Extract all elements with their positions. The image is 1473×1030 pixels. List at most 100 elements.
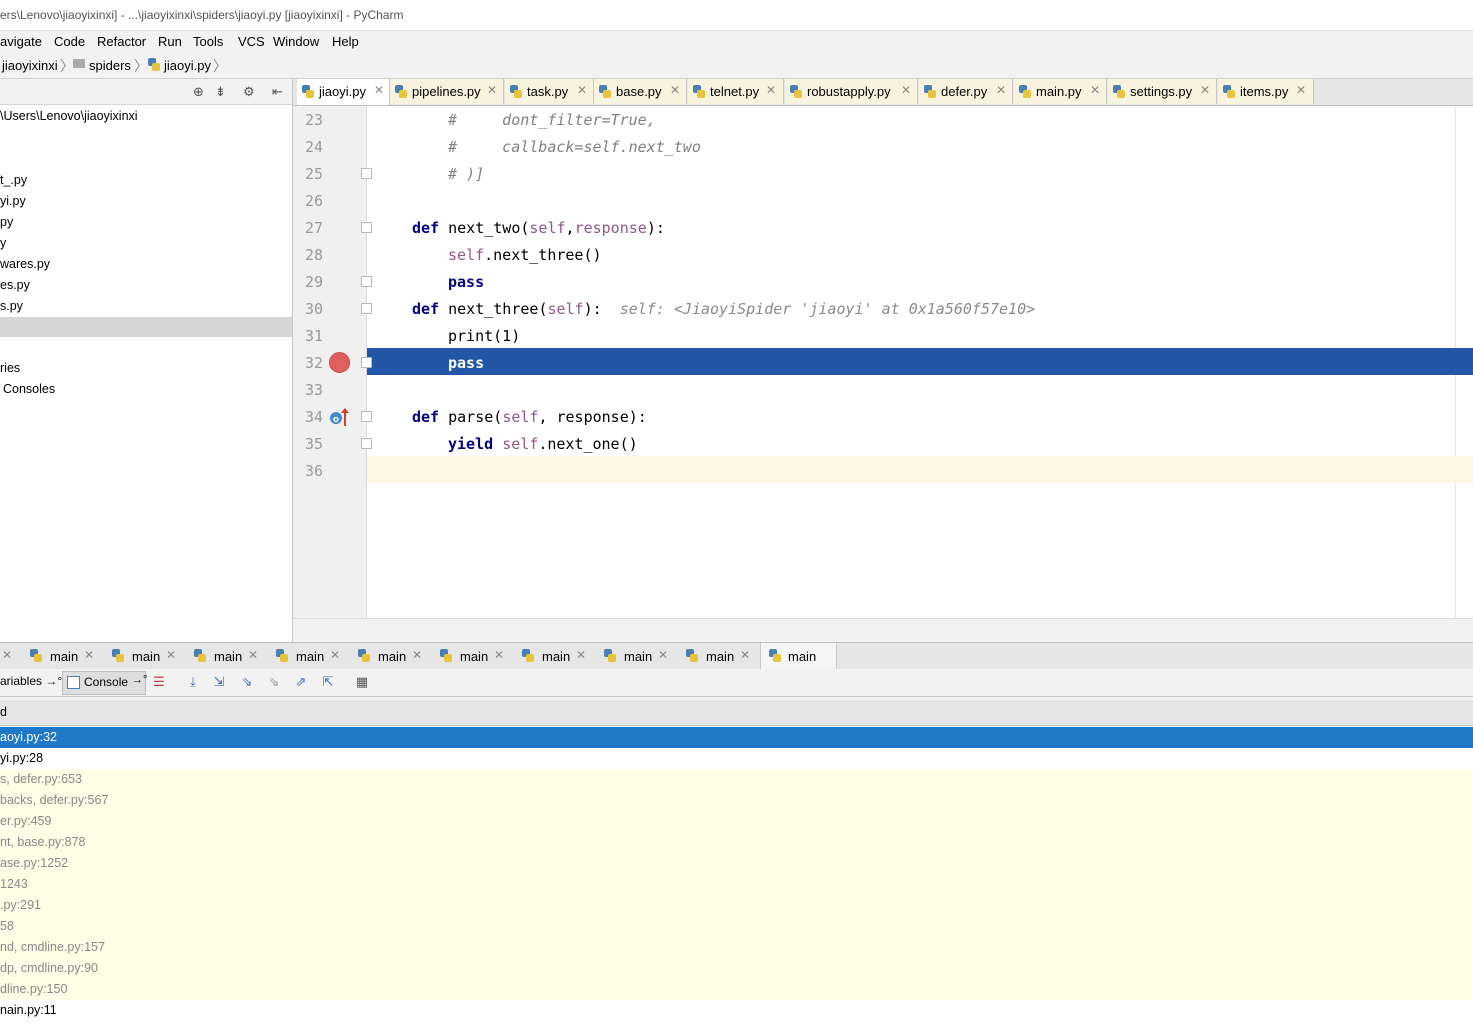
project-root[interactable]: \Users\Lenovo\jiaoyixinxi: [0, 109, 138, 123]
close-icon[interactable]: ✕: [1296, 83, 1306, 97]
tab-jiaoyi[interactable]: jiaoyi.py ✕: [297, 79, 390, 105]
tab-main[interactable]: main ✕: [604, 643, 670, 669]
breakpoint-icon[interactable]: [329, 352, 350, 373]
code-line-31: print(1): [448, 327, 521, 345]
override-method-icon[interactable]: o: [329, 407, 351, 427]
tab-main[interactable]: main ✕: [276, 643, 342, 669]
menu-code[interactable]: Code: [54, 34, 85, 49]
python-file-icon: [522, 649, 534, 662]
frame-row[interactable]: nt, base.py:878: [0, 832, 1473, 853]
frame-row[interactable]: 58: [0, 916, 1473, 937]
tab-main[interactable]: main ✕: [30, 643, 96, 669]
close-icon[interactable]: ✕: [901, 83, 911, 97]
tab-main[interactable]: main ✕: [522, 643, 588, 669]
menu-help[interactable]: Help: [332, 34, 359, 49]
fold-icon[interactable]: [361, 411, 372, 422]
tree-item-selected[interactable]: [0, 317, 292, 337]
tab-defer[interactable]: defer.py ✕: [919, 79, 1013, 104]
frame-row[interactable]: ase.py:1252: [0, 853, 1473, 874]
python-file-icon: [1019, 85, 1031, 98]
frame-row[interactable]: aoyi.py:32: [0, 727, 1473, 748]
close-icon[interactable]: ✕: [670, 83, 680, 97]
frame-row[interactable]: 1243: [0, 874, 1473, 895]
fold-icon[interactable]: [361, 357, 372, 368]
close-icon[interactable]: ✕: [487, 83, 497, 97]
tree-item[interactable]: y: [0, 236, 6, 250]
show-execution-point-icon[interactable]: ☰: [151, 674, 167, 690]
tab-main[interactable]: main ✕: [358, 643, 424, 669]
tab-task[interactable]: task.py ✕: [505, 79, 594, 104]
frame-row[interactable]: nd, cmdline.py:157: [0, 937, 1473, 958]
tab-settings[interactable]: settings.py ✕: [1108, 79, 1217, 104]
run-to-cursor-icon[interactable]: ⇱: [320, 674, 336, 690]
variables-tab[interactable]: ariables →°: [0, 674, 62, 688]
close-icon[interactable]: ✕: [1200, 83, 1210, 97]
menu-vcs[interactable]: VCS: [238, 34, 265, 49]
step-into-icon[interactable]: ⇲: [211, 674, 227, 690]
editor-horizontal-scroll[interactable]: [293, 618, 1473, 643]
hide-panel-icon[interactable]: ⇤: [272, 84, 283, 100]
tab-main[interactable]: main.py ✕: [1014, 79, 1107, 104]
line-number: 31: [304, 327, 323, 345]
python-file-icon: [1223, 85, 1235, 98]
tab-main[interactable]: main ✕: [440, 643, 506, 669]
collapse-icon[interactable]: ⇟: [215, 84, 226, 100]
fold-icon[interactable]: [361, 222, 372, 233]
debugger-toolbar: ariables →° Console →° ☰ ⤓ ⇲ ⇘ ⇘ ⇗ ⇱ ▦: [0, 669, 1473, 697]
evaluate-expression-icon[interactable]: ▦: [354, 674, 370, 690]
tree-item[interactable]: yi.py: [0, 194, 26, 208]
frame-row[interactable]: er.py:459: [0, 811, 1473, 832]
frame-row[interactable]: s, defer.py:653: [0, 769, 1473, 790]
force-step-into-icon[interactable]: ⇘: [266, 674, 282, 690]
tab-main[interactable]: main ✕: [112, 643, 178, 669]
breadcrumb-project[interactable]: jiaoyixinxi: [2, 58, 58, 73]
step-over-icon[interactable]: ⤓: [185, 674, 201, 690]
close-icon[interactable]: ✕: [374, 83, 384, 97]
tab-telnet[interactable]: telnet.py ✕: [688, 79, 784, 104]
tree-item[interactable]: t_.py: [0, 173, 27, 187]
tab-base[interactable]: base.py ✕: [594, 79, 687, 104]
tree-item[interactable]: es.py: [0, 278, 30, 292]
console-icon: [67, 676, 80, 689]
tab-items[interactable]: items.py ✕: [1218, 79, 1314, 104]
tab-main-active[interactable]: main: [760, 643, 837, 669]
frame-row[interactable]: dline.py:150: [0, 979, 1473, 1000]
console-tab[interactable]: Console →°: [62, 671, 147, 695]
fold-icon[interactable]: [361, 438, 372, 449]
menu-refactor[interactable]: Refactor: [97, 34, 146, 49]
gear-icon[interactable]: ⚙: [243, 84, 255, 100]
menu-run[interactable]: Run: [158, 34, 182, 49]
tree-item-external-libraries[interactable]: ries: [0, 361, 20, 375]
breadcrumb-spiders[interactable]: spiders: [89, 58, 131, 73]
frame-row[interactable]: .py:291: [0, 895, 1473, 916]
menu-window[interactable]: Window: [273, 34, 319, 49]
close-icon[interactable]: ✕: [996, 83, 1006, 97]
menu-tools[interactable]: Tools: [193, 34, 223, 49]
close-icon[interactable]: ✕: [0, 643, 12, 669]
close-icon[interactable]: ✕: [1090, 83, 1100, 97]
frame-row[interactable]: dp, cmdline.py:90: [0, 958, 1473, 979]
step-into-my-code-icon[interactable]: ⇘: [239, 674, 255, 690]
tree-item-scratches-consoles[interactable]: Consoles: [3, 382, 55, 396]
close-icon[interactable]: ✕: [577, 83, 587, 97]
frame-row[interactable]: yi.py:28: [0, 748, 1473, 769]
tab-main[interactable]: main ✕: [686, 643, 752, 669]
tab-main[interactable]: main ✕: [194, 643, 260, 669]
fold-icon[interactable]: [361, 168, 372, 179]
line-number: 25: [304, 165, 323, 183]
fold-icon[interactable]: [361, 303, 372, 314]
tree-item[interactable]: py: [0, 215, 13, 229]
frames-list: aoyi.py:32 yi.py:28 s, defer.py:653 back…: [0, 726, 1473, 1030]
tab-robustapply[interactable]: robustapply.py ✕: [785, 79, 918, 104]
frame-row[interactable]: backs, defer.py:567: [0, 790, 1473, 811]
frame-row[interactable]: nain.py:11: [0, 1000, 1473, 1021]
breadcrumb-file[interactable]: jiaoyi.py: [164, 58, 211, 73]
tab-pipelines[interactable]: pipelines.py ✕: [390, 79, 504, 104]
step-out-icon[interactable]: ⇗: [293, 674, 309, 690]
tree-item[interactable]: wares.py: [0, 257, 50, 271]
tree-item[interactable]: s.py: [0, 299, 23, 313]
menu-navigate[interactable]: avigate: [0, 34, 42, 49]
fold-icon[interactable]: [361, 276, 372, 287]
close-icon[interactable]: ✕: [766, 83, 776, 97]
locate-icon[interactable]: ⊕: [193, 84, 204, 100]
